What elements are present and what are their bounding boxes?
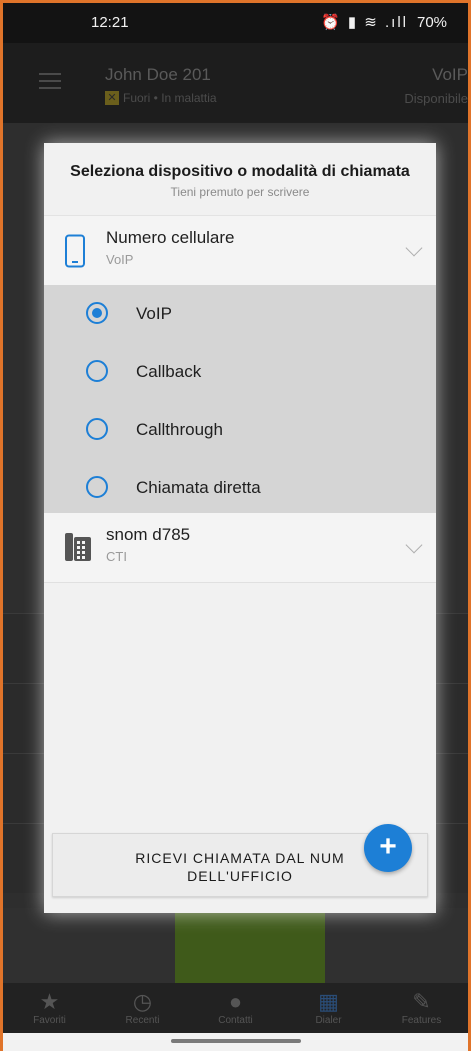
- status-icons: ⏰ ▮ ≋ .ıll: [321, 14, 409, 31]
- user-name: John Doe 201: [105, 65, 211, 84]
- option-callback[interactable]: Callback: [44, 343, 436, 401]
- device-name: Numero cellulare: [106, 228, 235, 247]
- chevron-down-icon[interactable]: [405, 536, 423, 554]
- chevron-up-icon[interactable]: [405, 239, 423, 257]
- nav-label: Recenti: [125, 1015, 160, 1026]
- battery-level: 70%: [417, 14, 448, 31]
- option-label: Callthrough: [136, 420, 223, 439]
- person-icon: ●: [228, 989, 243, 1014]
- radio-button[interactable]: [86, 418, 108, 440]
- smartphone-icon: [65, 234, 85, 268]
- gesture-bar: [3, 1033, 468, 1051]
- nav-item-recenti[interactable]: ◷ Recenti: [96, 983, 189, 1033]
- desk-phone-icon: [65, 533, 91, 561]
- star-icon: ★: [39, 989, 60, 1014]
- dialog-title: Seleziona dispositivo o modalità di chia…: [70, 163, 410, 180]
- dialog-subtitle: Tieni premuto per scrivere: [170, 185, 310, 199]
- nav-item-contatti[interactable]: ● Contatti: [189, 983, 282, 1033]
- radio-button[interactable]: [86, 360, 108, 382]
- gesture-handle[interactable]: [171, 1039, 301, 1043]
- device-desk-phone[interactable]: snom d785 CTI: [44, 513, 436, 583]
- option-voip[interactable]: VoIP: [44, 285, 436, 343]
- option-label: VoIP: [136, 304, 172, 323]
- button-label-line2: DELL'UFFICIO: [187, 868, 293, 884]
- app-header: John Doe 201 ✕ Fuori • In malattia VoIP …: [3, 43, 468, 123]
- nav-item-dialer[interactable]: ▦ Dialer: [282, 983, 375, 1033]
- call-mode: VoIP: [432, 65, 468, 84]
- call-button[interactable]: [175, 908, 325, 983]
- device-name: snom d785: [106, 525, 191, 544]
- nav-label: Favoriti: [33, 1015, 66, 1026]
- option-direct-call[interactable]: Chiamata diretta: [44, 459, 436, 517]
- presence-icon: ✕: [105, 91, 119, 105]
- call-mode-options: VoIP Callback Callthrough Chiamata diret…: [44, 285, 436, 515]
- device-select-dialog: Seleziona dispositivo o modalità di chia…: [44, 143, 436, 913]
- keypad-icon: ▦: [318, 989, 339, 1014]
- wrench-icon: ✎: [412, 989, 431, 1014]
- radio-button[interactable]: [86, 302, 108, 324]
- status-bar: 12:21 ⏰ ▮ ≋ .ıll 70%: [3, 3, 468, 43]
- radio-button[interactable]: [86, 476, 108, 498]
- option-label: Callback: [136, 362, 202, 381]
- app-frame: 12:21 ⏰ ▮ ≋ .ıll 70% John Doe 201 ✕ Fuor…: [0, 0, 471, 1051]
- device-mode: VoIP: [106, 252, 134, 267]
- nav-label: Contatti: [218, 1015, 253, 1026]
- device-mobile[interactable]: Numero cellulare VoIP: [44, 215, 436, 285]
- status-time: 12:21: [91, 14, 129, 31]
- clock-icon: ◷: [132, 989, 153, 1014]
- add-icon[interactable]: +: [364, 824, 412, 872]
- mode-status: Disponibile: [404, 91, 468, 106]
- user-status: Fuori • In malattia: [123, 91, 217, 105]
- menu-icon[interactable]: [39, 73, 61, 89]
- nav-label: Dialer: [315, 1015, 342, 1026]
- bottom-nav: ★ Favoriti ◷ Recenti ● Contatti ▦ Dialer…: [3, 983, 468, 1033]
- device-mode: CTI: [106, 549, 127, 564]
- nav-item-features[interactable]: ✎ Features: [375, 983, 468, 1033]
- option-callthrough[interactable]: Callthrough: [44, 401, 436, 459]
- nav-label: Features: [401, 1015, 442, 1026]
- option-label: Chiamata diretta: [136, 478, 261, 497]
- nav-item-favoriti[interactable]: ★ Favoriti: [3, 983, 96, 1033]
